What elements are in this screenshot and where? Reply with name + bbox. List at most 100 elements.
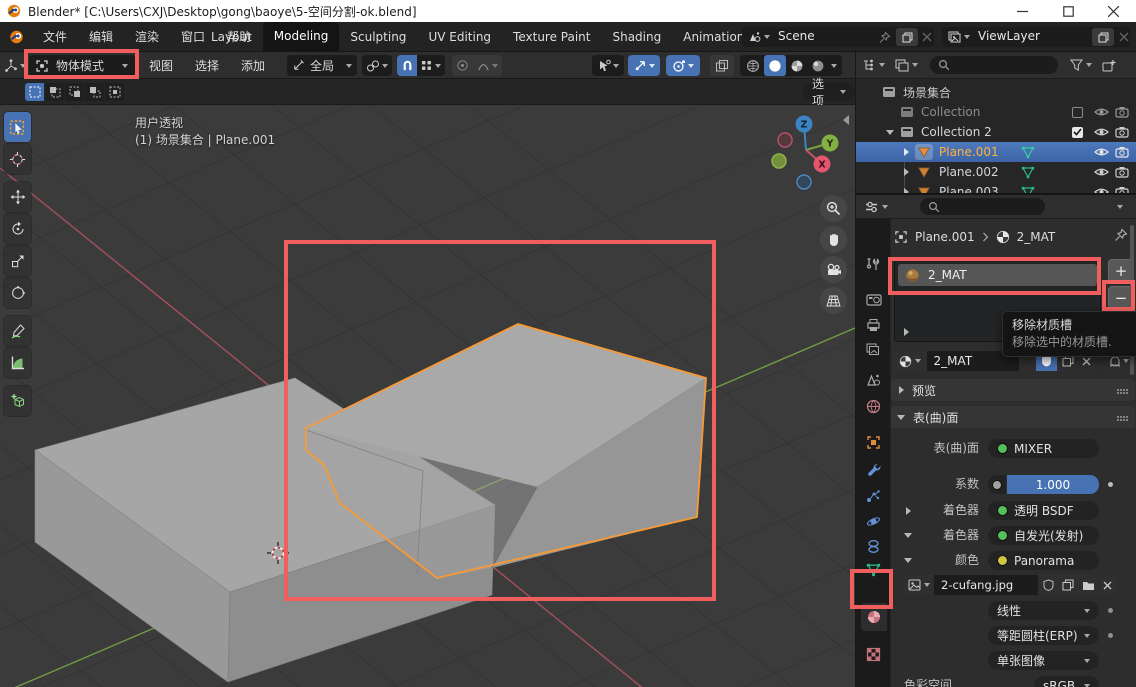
gizmo-axis-neg-x[interactable] (778, 133, 792, 147)
tool-measure[interactable] (4, 348, 31, 378)
camera-view-button[interactable] (820, 256, 847, 283)
tool-transform[interactable] (4, 278, 31, 308)
blender-logo-icon[interactable] (9, 30, 24, 44)
zoom-button[interactable] (820, 195, 847, 222)
hide-eye-icon[interactable] (1094, 166, 1109, 178)
viewlayer-remove-icon[interactable] (1119, 32, 1129, 42)
tab-uv-editing[interactable]: UV Editing (417, 30, 502, 44)
projection-dropdown[interactable]: 等距圆柱(ERP) (988, 626, 1099, 645)
hide-eye-icon[interactable] (1094, 186, 1109, 195)
outliner-row-plane-003[interactable]: Plane.003 (856, 182, 1136, 195)
options-dropdown[interactable]: 选项 (803, 82, 855, 101)
scene-unlink-icon[interactable] (922, 32, 932, 42)
scene-new-button[interactable] (896, 28, 918, 46)
hide-eye-icon[interactable] (1094, 106, 1109, 118)
viewlayer-name[interactable]: ViewLayer (978, 29, 1040, 43)
snap-toggle[interactable] (397, 55, 417, 76)
transform-orientation-dropdown[interactable]: 全局 (287, 55, 357, 76)
overlays-toggle-dropdown[interactable] (666, 55, 700, 76)
gizmos-toggle-dropdown[interactable] (628, 55, 660, 76)
tab-texture-paint[interactable]: Texture Paint (502, 30, 601, 44)
render-camera-icon[interactable] (1115, 106, 1129, 118)
maximize-button[interactable] (1046, 0, 1091, 22)
panel-grip-icon[interactable] (1117, 416, 1119, 418)
color-dropdown[interactable]: Panorama (988, 551, 1099, 570)
hide-eye-icon[interactable] (1094, 146, 1109, 158)
tool-scale[interactable] (4, 246, 31, 276)
tab-output-icon[interactable] (865, 316, 882, 333)
collection-2-expander[interactable] (886, 130, 894, 135)
viewport-3d[interactable]: 用户透视 (1) 场景集合 | Plane.001 Z Y X (0, 105, 855, 687)
breadcrumb-material[interactable]: 2_MAT (1017, 230, 1056, 244)
collection-exclude-checkbox[interactable] (1072, 107, 1083, 118)
outliner-row-plane-001[interactable]: Plane.001 (856, 142, 1136, 162)
browse-material-button[interactable] (894, 351, 927, 371)
close-button[interactable] (1091, 0, 1136, 22)
outliner-row-collection[interactable]: Collection (856, 102, 1136, 122)
outliner-display-mode-button[interactable] (895, 59, 918, 72)
viewlayer-selector[interactable]: ViewLayer (942, 27, 1130, 47)
fac-slider[interactable]: 1.000 (1007, 475, 1099, 494)
pin-icon[interactable] (1114, 228, 1128, 242)
tool-rotate[interactable] (4, 214, 31, 244)
decorator-dot-icon[interactable] (1108, 633, 1113, 638)
perspective-toggle-button[interactable] (820, 287, 847, 314)
outliner-filter-button[interactable] (1070, 59, 1092, 71)
surface-shader-dropdown[interactable]: MIXER (988, 439, 1099, 458)
shader1-dropdown[interactable]: 透明 BSDF (988, 501, 1099, 520)
render-camera-icon[interactable] (1115, 126, 1129, 138)
plane-003-expander[interactable] (904, 188, 909, 195)
gizmo-axis-neg-y[interactable] (772, 154, 786, 168)
decorator-dot-icon[interactable] (1108, 608, 1113, 613)
outliner-row-collection-2[interactable]: Collection 2 (856, 122, 1136, 142)
panel-grip-icon[interactable] (1117, 389, 1119, 391)
shader2-dropdown[interactable]: 自发光(发射) (988, 526, 1099, 545)
select-mode-subtract-button[interactable] (65, 83, 84, 101)
render-camera-icon[interactable] (1115, 186, 1129, 195)
tab-shading[interactable]: Shading (601, 30, 672, 44)
surface-panel-header[interactable]: 表(曲)面 (891, 406, 1135, 428)
animate-decorator-icon[interactable] (1108, 482, 1113, 487)
properties-search-field[interactable] (920, 198, 1045, 215)
tab-layout[interactable]: Layout (200, 30, 263, 44)
pan-hand-button[interactable] (820, 226, 847, 253)
image-unlink-button[interactable] (1098, 575, 1116, 595)
pivot-point-dropdown[interactable] (362, 55, 392, 76)
image-new-button[interactable] (1058, 575, 1078, 595)
image-name-field[interactable]: 2-cufang.jpg (934, 575, 1038, 595)
menu-select[interactable]: 选择 (184, 57, 230, 74)
xray-toggle[interactable] (710, 55, 734, 76)
new-collection-button[interactable] (1102, 59, 1116, 72)
colorspace-dropdown[interactable]: sRGB (1034, 676, 1099, 687)
outliner-editor-type-button[interactable] (862, 58, 885, 72)
select-mode-extend-button[interactable] (45, 83, 64, 101)
preview-panel-header[interactable]: 预览 (891, 379, 1135, 401)
tab-scene-icon[interactable] (865, 371, 882, 388)
outliner-row-plane-002[interactable]: Plane.002 (856, 162, 1136, 182)
menu-render[interactable]: 渲染 (124, 28, 170, 45)
pin-icon[interactable] (878, 31, 891, 44)
fac-socket-button[interactable] (988, 475, 1006, 494)
scene-name[interactable]: Scene (778, 29, 815, 43)
breadcrumb-object[interactable]: Plane.001 (915, 230, 975, 244)
proportional-editing-toggle[interactable] (452, 55, 472, 76)
properties-editor-type-button[interactable] (864, 200, 888, 214)
outliner-search-field[interactable] (930, 56, 1058, 74)
select-mode-invert-button[interactable] (85, 83, 104, 101)
shading-material-button[interactable] (787, 55, 807, 76)
gizmo-axis-neg-z[interactable] (797, 175, 811, 189)
slot-list-expander[interactable] (904, 328, 909, 336)
tab-view-layer-icon[interactable] (865, 341, 882, 358)
shading-rendered-button[interactable] (808, 55, 828, 76)
menu-file[interactable]: 文件 (32, 28, 78, 45)
snap-settings-dropdown[interactable] (417, 55, 445, 76)
interpolation-dropdown[interactable]: 线性 (988, 601, 1099, 620)
menu-add[interactable]: 添加 (230, 57, 276, 74)
mode-dropdown[interactable]: 物体模式 (29, 55, 135, 76)
tool-select-box[interactable] (4, 112, 31, 142)
tab-tool-icon[interactable] (865, 256, 882, 273)
show-gizmo-dropdown[interactable] (592, 55, 624, 76)
tab-sculpting[interactable]: Sculpting (339, 30, 417, 44)
navigation-gizmo[interactable]: Z Y X (745, 105, 855, 200)
browse-image-button[interactable] (904, 575, 934, 595)
